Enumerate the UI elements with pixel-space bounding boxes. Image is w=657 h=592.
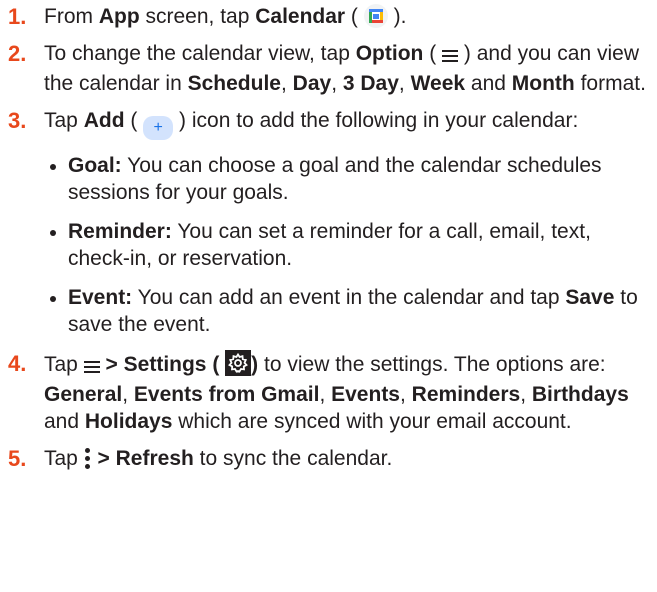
refresh-term: > Refresh (97, 447, 194, 470)
step-text: which are synced with your email account… (172, 410, 572, 433)
step-text: , (520, 383, 532, 406)
week-term: Week (410, 72, 466, 95)
gear-icon (225, 350, 252, 376)
step-1: 1. From App screen, tap Calendar ( ). (0, 3, 657, 30)
settings-term: > Settings ( (105, 353, 220, 376)
step-number: 4. (8, 351, 27, 376)
general-term: General (44, 383, 123, 406)
save-term: Save (565, 286, 615, 309)
app-term: App (98, 5, 140, 28)
reminders-term: Reminders (411, 383, 521, 406)
step-text: and (44, 410, 85, 433)
step-text: format. (574, 72, 646, 95)
bullet-reminder: Reminder: You can set a reminder for a c… (44, 218, 647, 272)
step-text: Tap (44, 353, 84, 376)
gmail-events-term: Events from Gmail (133, 383, 320, 406)
add-term: Add (83, 109, 125, 132)
schedule-term: Schedule (187, 72, 281, 95)
step-text: From (44, 5, 99, 28)
step-text: screen, tap (139, 5, 256, 28)
instructions-document: 1. From App screen, tap Calendar ( ). 2.… (0, 0, 657, 472)
step-2: 2. To change the calendar view, tap Opti… (0, 40, 657, 97)
bullet-text: You can add an event in the calendar and… (132, 286, 566, 309)
bullet-goal: Goal: You can choose a goal and the cale… (44, 152, 647, 206)
step-text: and (465, 72, 512, 95)
bullet-term: Event: (68, 286, 133, 309)
step-text: ) icon to add the following in your cale… (179, 109, 579, 132)
calendar-term: Calendar (255, 5, 346, 28)
step-3: 3. Tap Add ( + ) icon to add the followi… (0, 107, 657, 338)
step-number: 1. (8, 4, 27, 29)
step-text: ( (124, 109, 138, 132)
step-text: , (331, 72, 343, 95)
step-4: 4. Tap > Settings ( ) to view the settin… (0, 350, 657, 435)
step-text: , (400, 383, 412, 406)
option-term: Option (355, 42, 424, 65)
month-term: Month (511, 72, 575, 95)
step-text: , (398, 72, 411, 95)
bullet-text: You can choose a goal and the calendar s… (68, 154, 602, 204)
events-term: Events (331, 383, 400, 406)
step-number: 2. (8, 41, 27, 66)
hamburger-menu-icon (442, 43, 459, 70)
birthdays-term: Birthdays (531, 383, 629, 406)
step-text: to view the settings. The options are: (258, 353, 606, 376)
step-text: , (122, 383, 134, 406)
step-number: 5. (8, 446, 27, 471)
step-text: Tap (44, 447, 84, 470)
day-term: Day (292, 72, 332, 95)
step-text: , (319, 383, 332, 406)
bullet-term: Goal: (68, 154, 122, 177)
hamburger-menu-icon (83, 354, 100, 381)
step-text: ( (345, 5, 358, 28)
step-text: ( (423, 42, 437, 65)
step-number: 3. (8, 108, 27, 133)
more-vertical-icon (84, 446, 92, 470)
bullet-list: Goal: You can choose a goal and the cale… (44, 152, 647, 338)
calendar-app-icon (363, 4, 388, 28)
three-day-term: 3 Day (342, 72, 399, 95)
step-5: 5. Tap > Refresh to sync the calendar. (0, 445, 657, 472)
step-text: To change the calendar view, tap (44, 42, 356, 65)
step-text: to sync the calendar. (193, 447, 393, 470)
step-text: , (280, 72, 293, 95)
plus-icon: + (143, 116, 174, 140)
step-text: ). (393, 5, 407, 28)
bullet-term: Reminder: (68, 220, 172, 243)
step-text: Tap (44, 109, 84, 132)
holidays-term: Holidays (84, 410, 173, 433)
bullet-event: Event: You can add an event in the calen… (44, 284, 647, 338)
